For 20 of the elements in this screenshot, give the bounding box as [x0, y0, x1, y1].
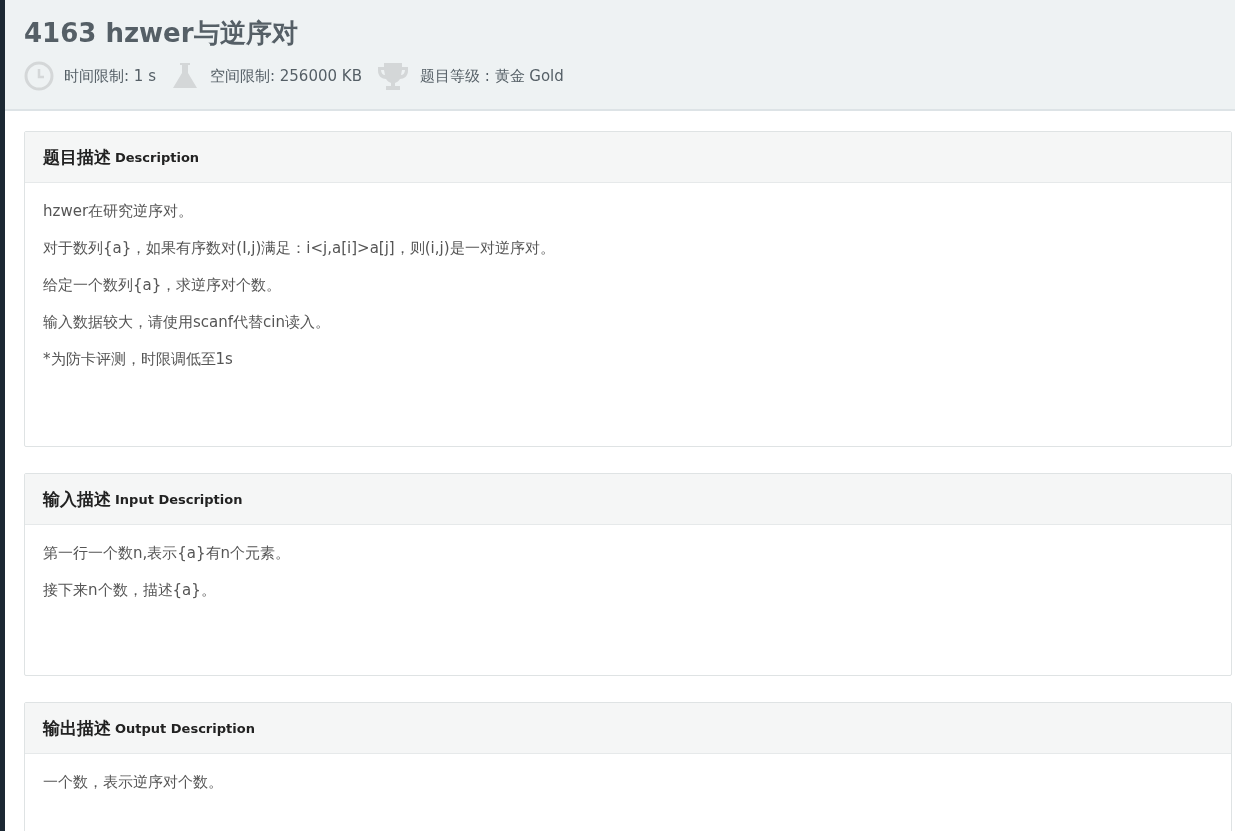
section-subtitle: Input Description: [115, 491, 243, 507]
problem-title: 4163 hzwer与逆序对: [24, 17, 299, 50]
description-line: 对于数列{a}，如果有序数对(I,j)满足：i<j,a[i]>a[j]，则(i,j)是一对逆序对。: [43, 238, 556, 259]
meta-text: 时间限制: 1 s: [64, 66, 156, 86]
description-line: 给定一个数列{a}，求逆序对个数。: [43, 275, 283, 296]
description-line: *为防卡评测，时限调低至1s: [43, 349, 234, 370]
section-title: 输出描述: [43, 716, 111, 740]
description-line: 接下来n个数，描述{a}。: [43, 580, 217, 601]
section-title: 输入描述: [43, 487, 111, 511]
description-line: 一个数，表示逆序对个数。: [43, 772, 224, 793]
meta-text: 空间限制: 256000 KB: [209, 66, 362, 86]
section-subtitle: Output Description: [115, 720, 255, 736]
description-line: 第一行一个数n,表示{a}有n个元素。: [43, 543, 292, 564]
description-line: hzwer在研究逆序对。: [43, 201, 195, 222]
description-line: 输入数据较大，请使用scanf代替cin读入。: [43, 312, 331, 333]
meta-text: 题目等级 : 黄金 Gold: [419, 66, 564, 86]
section-subtitle: Description: [115, 149, 200, 165]
clock-icon: [24, 61, 54, 91]
trophy-icon: [375, 61, 410, 91]
section-title: 题目描述: [43, 145, 111, 169]
